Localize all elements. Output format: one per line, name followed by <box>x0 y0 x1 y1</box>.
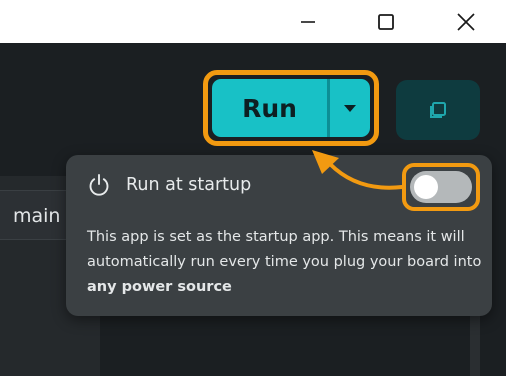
maximize-icon <box>378 13 394 30</box>
maximize-button[interactable] <box>363 0 409 43</box>
popover-title: Run at startup <box>126 175 252 195</box>
minimize-icon <box>301 20 315 23</box>
run-at-startup-toggle[interactable] <box>410 171 472 203</box>
popover-header: Run at startup <box>88 173 251 197</box>
editor-tab-label: main <box>13 205 61 227</box>
close-icon <box>457 12 475 31</box>
popover-description-text: This app is set as the startup app. This… <box>87 229 482 270</box>
toggle-highlight <box>402 163 480 211</box>
run-button-group: Run <box>212 79 370 137</box>
toggle-knob <box>414 175 438 199</box>
run-button[interactable]: Run <box>212 79 330 137</box>
run-options-dropdown[interactable] <box>330 79 370 137</box>
popover-description-emphasis: any power source <box>87 279 232 295</box>
popover-description: This app is set as the startup app. This… <box>87 225 482 300</box>
window-titlebar <box>0 0 506 43</box>
run-button-label: Run <box>242 93 297 123</box>
run-button-highlight: Run <box>203 70 379 146</box>
close-button[interactable] <box>443 0 489 43</box>
chevron-down-icon <box>344 104 356 112</box>
stop-button[interactable] <box>396 80 480 140</box>
minimize-button[interactable] <box>285 0 331 43</box>
power-icon <box>89 174 109 196</box>
stop-square-icon <box>430 102 446 118</box>
